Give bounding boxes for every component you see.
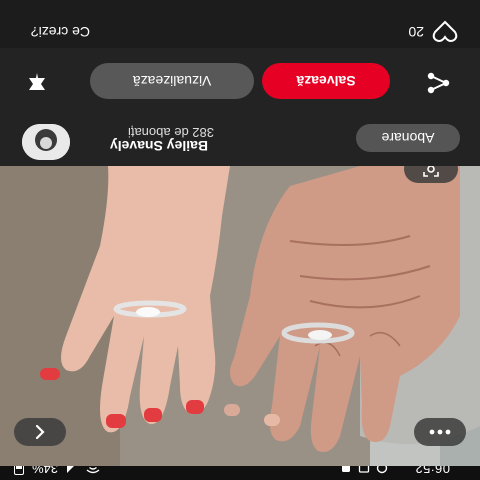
creator-name[interactable]: Bailey Snavely <box>110 138 208 154</box>
chevron-left-icon <box>35 424 45 440</box>
visual-search-icon <box>423 166 439 177</box>
pin-icon <box>29 73 45 90</box>
visit-button[interactable]: Vizualizează <box>90 63 254 99</box>
reaction-bar: 20 Ce crezi? <box>0 0 480 48</box>
reaction-count: 20 <box>408 24 424 40</box>
screen: 06:52 34% Abonare Bailey Snavely 382 de … <box>0 0 480 480</box>
share-button[interactable] <box>426 67 450 94</box>
more-icon <box>429 429 451 435</box>
back-button[interactable] <box>14 418 66 446</box>
save-button[interactable]: Salvează <box>262 63 390 99</box>
hands-rings-photo <box>0 166 480 466</box>
follower-count: 382 de abonați <box>127 125 214 140</box>
more-options-button[interactable] <box>414 418 466 446</box>
reaction-prompt[interactable]: Ce crezi? <box>31 24 90 40</box>
avatar[interactable] <box>22 124 70 160</box>
creator-bar: Abonare Bailey Snavely 382 de abonați <box>0 116 480 166</box>
visual-search-button[interactable] <box>404 166 458 183</box>
share-icon <box>427 72 450 94</box>
follow-button[interactable]: Abonare <box>356 124 460 152</box>
heart-icon[interactable] <box>432 19 458 43</box>
pin-menu-button[interactable] <box>26 67 48 92</box>
avatar-image <box>22 124 70 160</box>
pin-image[interactable] <box>0 166 480 466</box>
action-bar: Salvează Vizualizează <box>0 48 480 116</box>
